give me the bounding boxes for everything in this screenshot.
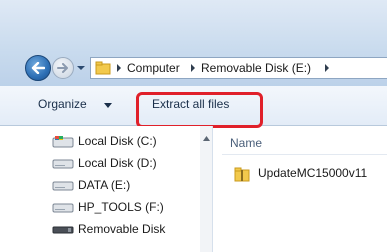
title-bar: [0, 0, 387, 50]
nav-item-label: Removable Disk: [78, 222, 166, 236]
recent-pages-dropdown-icon[interactable]: [76, 64, 86, 72]
explorer-window: Computer Removable Disk (E:) Organize Ex…: [0, 0, 387, 252]
arrow-left-icon: [31, 62, 45, 74]
zip-folder-icon: [234, 167, 250, 182]
pane-divider[interactable]: [212, 126, 213, 252]
nav-item-removable-disk[interactable]: Removable Disk: [52, 220, 212, 240]
chevron-right-icon[interactable]: [189, 63, 197, 73]
nav-pane-scrollbar[interactable]: [200, 126, 212, 252]
system-drive-icon: [52, 136, 74, 148]
nav-item-data-e[interactable]: DATA (E:): [52, 176, 212, 196]
removable-drive-icon: [52, 226, 74, 234]
drive-icon: [52, 203, 74, 213]
column-header-divider: [222, 154, 387, 155]
nav-item-hp-tools-f[interactable]: HP_TOOLS (F:): [52, 198, 212, 218]
forward-button[interactable]: [52, 57, 74, 79]
folder-icon: [95, 61, 111, 75]
scroll-up-arrow-icon[interactable]: [203, 136, 210, 141]
column-header-name[interactable]: Name: [230, 136, 262, 150]
drive-icon: [52, 159, 74, 169]
nav-item-label: Local Disk (D:): [78, 156, 157, 170]
nav-item-local-disk-c[interactable]: Local Disk (C:): [52, 132, 212, 152]
breadcrumb-removable-disk[interactable]: Removable Disk (E:): [201, 61, 311, 75]
file-row[interactable]: UpdateMC15000v11: [234, 164, 387, 184]
drive-icon: [52, 181, 74, 191]
chevron-right-icon[interactable]: [115, 63, 123, 73]
breadcrumb-computer[interactable]: Computer: [127, 61, 180, 75]
nav-item-label: DATA (E:): [78, 178, 131, 192]
chevron-down-icon[interactable]: [104, 103, 112, 108]
chevron-right-icon[interactable]: [323, 63, 331, 73]
nav-item-label: Local Disk (C:): [78, 134, 157, 148]
arrow-right-icon: [57, 63, 68, 73]
nav-item-label: HP_TOOLS (F:): [78, 200, 164, 214]
highlight-box: [136, 92, 263, 128]
nav-item-local-disk-d[interactable]: Local Disk (D:): [52, 154, 212, 174]
file-name: UpdateMC15000v11: [258, 166, 368, 180]
navigation-pane: Local Disk (C:) Local Disk (D:) DATA (E:…: [0, 126, 212, 252]
address-bar[interactable]: Computer Removable Disk (E:): [90, 57, 387, 79]
back-button[interactable]: [25, 55, 51, 81]
organize-button[interactable]: Organize: [38, 97, 87, 111]
